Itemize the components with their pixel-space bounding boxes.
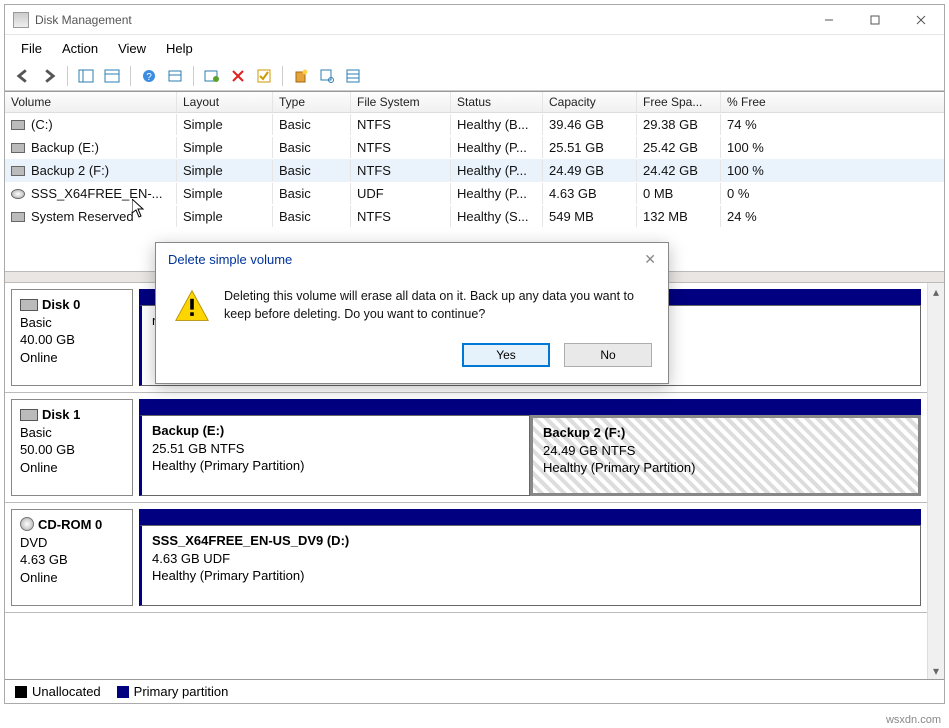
menu-action[interactable]: Action — [54, 39, 106, 58]
partition[interactable]: Backup 2 (F:)24.49 GB NTFSHealthy (Prima… — [530, 415, 921, 496]
dialog-titlebar: Delete simple volume ✕ — [156, 243, 668, 276]
warning-icon — [174, 288, 210, 327]
col-volume[interactable]: Volume — [5, 92, 177, 112]
disk-row: CD-ROM 0DVD4.63 GBOnlineSSS_X64FREE_EN-U… — [5, 503, 927, 613]
disk-icon — [11, 120, 25, 130]
toolbar: ? — [5, 62, 944, 91]
disk-icon — [11, 166, 25, 176]
delete-volume-dialog: Delete simple volume ✕ Deleting this vol… — [155, 242, 669, 384]
col-layout[interactable]: Layout — [177, 92, 273, 112]
forward-button[interactable] — [37, 65, 61, 87]
partition[interactable]: SSS_X64FREE_EN-US_DV9 (D:)4.63 GB UDFHea… — [139, 525, 921, 606]
svg-text:?: ? — [146, 72, 152, 83]
dialog-message: Deleting this volume will erase all data… — [224, 288, 650, 327]
window-title: Disk Management — [35, 13, 806, 27]
col-type[interactable]: Type — [273, 92, 351, 112]
refresh-icon[interactable] — [163, 65, 187, 87]
legend-unallocated: Unallocated — [15, 684, 101, 699]
legend-primary-partition: Primary partition — [117, 684, 229, 699]
dialog-yes-button[interactable]: Yes — [462, 343, 550, 367]
dialog-no-button[interactable]: No — [564, 343, 652, 367]
disk-info-panel[interactable]: Disk 0Basic40.00 GBOnline — [11, 289, 133, 386]
action-icon[interactable] — [200, 65, 224, 87]
help-icon[interactable]: ? — [137, 65, 161, 87]
col-capacity[interactable]: Capacity — [543, 92, 637, 112]
volume-row[interactable]: Backup 2 (F:)SimpleBasicNTFSHealthy (P..… — [5, 159, 944, 182]
dialog-title-text: Delete simple volume — [168, 252, 292, 267]
titlebar: Disk Management — [5, 5, 944, 35]
back-button[interactable] — [11, 65, 35, 87]
hard-disk-icon — [20, 409, 38, 421]
cd-icon — [11, 189, 25, 199]
check-icon[interactable] — [252, 65, 276, 87]
disk-info-panel[interactable]: Disk 1Basic50.00 GBOnline — [11, 399, 133, 496]
scroll-down-button[interactable]: ▾ — [928, 662, 944, 679]
volume-row[interactable]: Backup (E:)SimpleBasicNTFSHealthy (P...2… — [5, 136, 944, 159]
col-file-system[interactable]: File System — [351, 92, 451, 112]
disk-icon — [11, 143, 25, 153]
maximize-button[interactable] — [852, 6, 898, 34]
volume-row[interactable]: (C:)SimpleBasicNTFSHealthy (B...39.46 GB… — [5, 113, 944, 136]
dialog-close-button[interactable]: ✕ — [644, 251, 656, 268]
list-icon[interactable] — [341, 65, 365, 87]
menu-help[interactable]: Help — [158, 39, 201, 58]
disk-row: Disk 1Basic50.00 GBOnlineBackup (E:)25.5… — [5, 393, 927, 503]
partition[interactable]: Backup (E:)25.51 GB NTFSHealthy (Primary… — [139, 415, 530, 496]
watermark: wsxdn.com — [886, 714, 941, 726]
disk-info-panel[interactable]: CD-ROM 0DVD4.63 GBOnline — [11, 509, 133, 606]
col-status[interactable]: Status — [451, 92, 543, 112]
scroll-up-button[interactable]: ▴ — [928, 283, 944, 300]
menu-file[interactable]: File — [13, 39, 50, 58]
delete-icon[interactable] — [226, 65, 250, 87]
cd-drive-icon — [20, 517, 34, 531]
new-icon[interactable] — [289, 65, 313, 87]
close-button[interactable] — [898, 6, 944, 34]
disk-icon — [11, 212, 25, 222]
col-free-space[interactable]: Free Spa... — [637, 92, 721, 112]
minimize-button[interactable] — [806, 6, 852, 34]
volume-list-header: Volume Layout Type File System Status Ca… — [5, 92, 944, 113]
show-hide-console-tree-icon[interactable] — [74, 65, 98, 87]
col-percent-free[interactable]: % Free — [721, 92, 811, 112]
mouse-cursor — [132, 199, 148, 219]
menu-view[interactable]: View — [110, 39, 154, 58]
hard-disk-icon — [20, 299, 38, 311]
legend: Unallocated Primary partition — [5, 679, 944, 703]
vertical-scrollbar[interactable]: ▴ ▾ — [927, 283, 944, 679]
search-icon[interactable] — [315, 65, 339, 87]
menubar: File Action View Help — [5, 35, 944, 62]
app-icon — [13, 12, 29, 28]
properties-icon[interactable] — [100, 65, 124, 87]
